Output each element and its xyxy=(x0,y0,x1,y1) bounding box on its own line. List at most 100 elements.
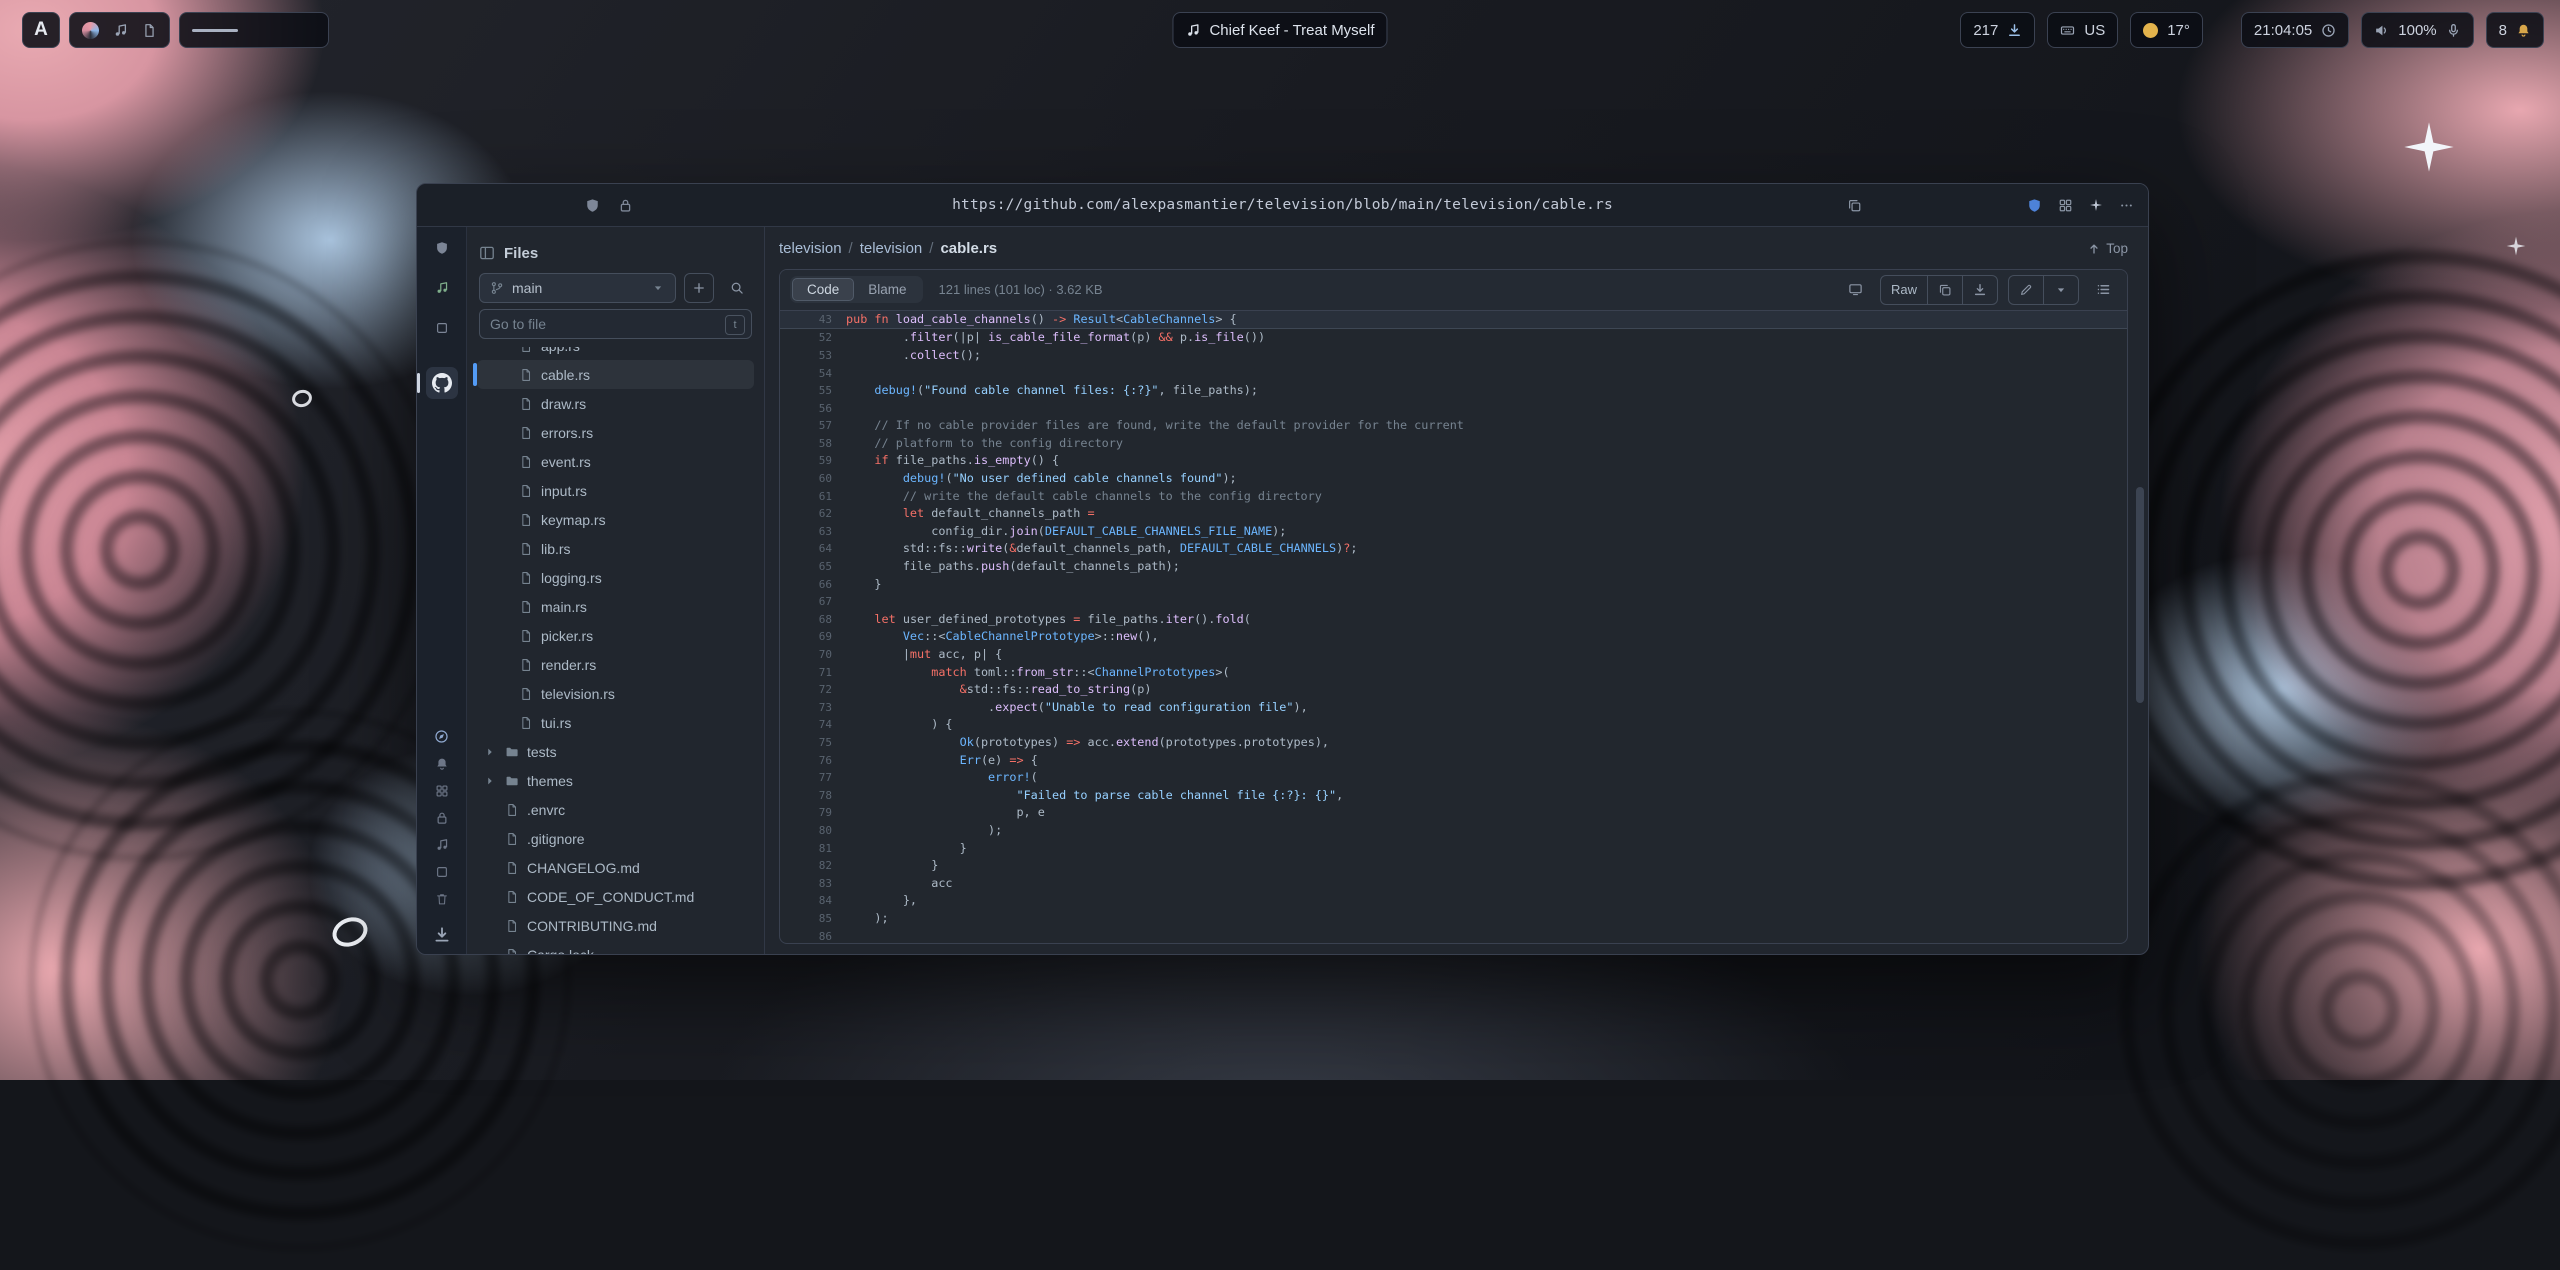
line-number[interactable]: 57 xyxy=(780,417,846,435)
tree-folder-item[interactable]: tests xyxy=(477,737,754,766)
tree-file-item[interactable]: logging.rs xyxy=(477,563,754,592)
downloads-icon[interactable] xyxy=(433,926,451,944)
duplicate-tab-icon[interactable] xyxy=(1847,198,1862,213)
tree-file-item[interactable]: app.rs xyxy=(477,347,754,360)
line-number[interactable]: 77 xyxy=(780,769,846,787)
line-number[interactable]: 84 xyxy=(780,892,846,910)
line-number[interactable]: 74 xyxy=(780,716,846,734)
symbols-panel-button[interactable] xyxy=(2089,276,2117,304)
line-number[interactable]: 70 xyxy=(780,646,846,664)
window-title-widget[interactable] xyxy=(179,12,329,48)
line-number[interactable]: 62 xyxy=(780,505,846,523)
new-file-button[interactable] xyxy=(684,273,714,303)
extensions-icon[interactable] xyxy=(2058,198,2073,213)
apps-grid-icon[interactable] xyxy=(435,784,449,798)
tree-file-item[interactable]: input.rs xyxy=(477,476,754,505)
copilot-icon[interactable] xyxy=(1842,276,1870,304)
line-number[interactable]: 60 xyxy=(780,470,846,488)
music-icon[interactable] xyxy=(435,838,449,852)
back-to-top-link[interactable]: Top xyxy=(2087,241,2128,256)
branch-selector[interactable]: main xyxy=(479,273,676,303)
adblock-extension-icon[interactable] xyxy=(2027,198,2042,213)
line-number[interactable]: 53 xyxy=(780,347,846,365)
tree-folder-item[interactable]: themes xyxy=(477,766,754,795)
line-number[interactable]: 78 xyxy=(780,787,846,805)
go-to-file-input[interactable] xyxy=(479,309,752,339)
notifications-widget[interactable]: 8 xyxy=(2486,12,2544,48)
tree-file-item[interactable]: CODE_OF_CONDUCT.md xyxy=(477,882,754,911)
edit-dropdown-button[interactable] xyxy=(2043,276,2078,304)
edit-file-button[interactable] xyxy=(2009,276,2043,304)
tree-file-item[interactable]: .envrc xyxy=(477,795,754,824)
file-tree-scroll[interactable]: app.rscable.rsdraw.rserrors.rsevent.rsin… xyxy=(471,347,760,954)
tree-file-item[interactable]: CHANGELOG.md xyxy=(477,853,754,882)
pinned-tab-icon[interactable] xyxy=(435,241,449,255)
tree-file-item[interactable]: render.rs xyxy=(477,650,754,679)
line-number[interactable]: 82 xyxy=(780,857,846,875)
lock-icon[interactable] xyxy=(618,198,633,213)
weather-widget[interactable]: 17° xyxy=(2130,12,2203,48)
breadcrumb-file[interactable]: cable.rs xyxy=(940,240,997,257)
line-number[interactable]: 71 xyxy=(780,664,846,682)
tree-file-item[interactable]: main.rs xyxy=(477,592,754,621)
line-number[interactable]: 43 xyxy=(780,311,846,329)
active-tab-github[interactable] xyxy=(426,367,458,399)
line-number[interactable]: 64 xyxy=(780,540,846,558)
line-number[interactable]: 86 xyxy=(780,928,846,945)
line-number[interactable]: 72 xyxy=(780,681,846,699)
compass-icon[interactable] xyxy=(434,729,449,744)
line-number[interactable]: 75 xyxy=(780,734,846,752)
line-number[interactable]: 67 xyxy=(780,593,846,611)
pinned-tab-icon[interactable] xyxy=(435,281,449,295)
line-number[interactable]: 85 xyxy=(780,910,846,928)
line-number[interactable]: 61 xyxy=(780,488,846,506)
document-icon[interactable] xyxy=(142,23,157,38)
box-icon[interactable] xyxy=(435,865,449,879)
bell-icon[interactable] xyxy=(435,757,449,771)
line-number[interactable]: 65 xyxy=(780,558,846,576)
line-number[interactable]: 73 xyxy=(780,699,846,717)
trash-icon[interactable] xyxy=(435,892,449,906)
lock-icon[interactable] xyxy=(435,811,449,825)
tab-blame[interactable]: Blame xyxy=(854,278,920,301)
search-files-button[interactable] xyxy=(722,273,752,303)
tree-file-item[interactable]: event.rs xyxy=(477,447,754,476)
download-raw-button[interactable] xyxy=(1962,276,1997,304)
tree-file-item[interactable]: draw.rs xyxy=(477,389,754,418)
url-bar[interactable]: https://github.com/alexpasmantier/televi… xyxy=(952,197,1613,213)
music-icon[interactable] xyxy=(113,23,128,38)
keyboard-layout-widget[interactable]: US xyxy=(2047,12,2118,48)
tree-file-item[interactable]: .gitignore xyxy=(477,824,754,853)
updates-widget[interactable]: 217 xyxy=(1960,12,2035,48)
line-number[interactable]: 55 xyxy=(780,382,846,400)
line-number[interactable]: 54 xyxy=(780,365,846,383)
tree-file-item[interactable]: lib.rs xyxy=(477,534,754,563)
tree-file-item[interactable]: picker.rs xyxy=(477,621,754,650)
line-number[interactable]: 59 xyxy=(780,452,846,470)
tab-code[interactable]: Code xyxy=(792,278,854,301)
line-number[interactable]: 68 xyxy=(780,611,846,629)
line-number[interactable]: 81 xyxy=(780,840,846,858)
media-player-widget[interactable]: Chief Keef - Treat Myself xyxy=(1172,12,1387,48)
tree-file-item[interactable]: CONTRIBUTING.md xyxy=(477,911,754,940)
tree-file-item[interactable]: television.rs xyxy=(477,679,754,708)
tree-file-item[interactable]: Cargo.lock xyxy=(477,940,754,954)
shield-icon[interactable] xyxy=(585,198,600,213)
collapse-panel-icon[interactable] xyxy=(479,245,495,261)
breadcrumb-link[interactable]: television xyxy=(779,240,842,257)
tree-file-item[interactable]: keymap.rs xyxy=(477,505,754,534)
line-number[interactable]: 83 xyxy=(780,875,846,893)
line-number[interactable]: 79 xyxy=(780,804,846,822)
breadcrumb-link[interactable]: television xyxy=(860,240,923,257)
theme-swirl-icon[interactable] xyxy=(82,22,99,39)
copy-raw-button[interactable] xyxy=(1927,276,1962,304)
tree-file-item[interactable]: tui.rs xyxy=(477,708,754,737)
launcher-logo-button[interactable]: A xyxy=(22,12,60,48)
raw-button[interactable]: Raw xyxy=(1881,276,1927,304)
line-number[interactable]: 66 xyxy=(780,576,846,594)
scrollbar-thumb[interactable] xyxy=(2136,487,2144,703)
line-number[interactable]: 80 xyxy=(780,822,846,840)
tree-file-item[interactable]: errors.rs xyxy=(477,418,754,447)
line-number[interactable]: 56 xyxy=(780,400,846,418)
line-number[interactable]: 58 xyxy=(780,435,846,453)
